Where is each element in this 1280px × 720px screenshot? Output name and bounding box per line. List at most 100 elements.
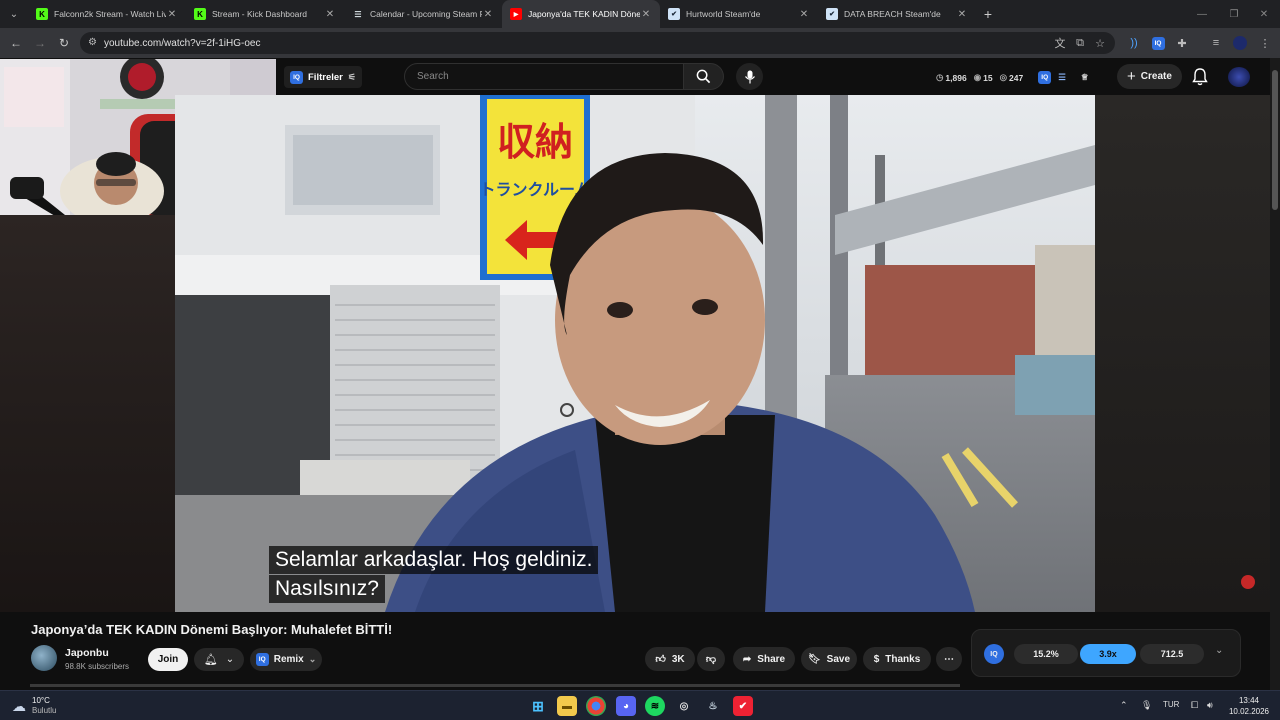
close-tab-icon[interactable]: ✕ [640,9,652,20]
app-red-icon[interactable]: ✔ [733,696,753,716]
chevron-up-icon[interactable]: ⌃ [1120,700,1128,711]
back-icon[interactable]: ← [4,31,28,55]
tab-data-breach[interactable]: ✔ DATA BREACH Steam'de ✕ [818,0,976,28]
remix-label: Remix [273,654,304,665]
reload-icon[interactable]: ↻ [52,31,76,55]
share-button[interactable]: ➦ Share [733,647,795,671]
create-button[interactable]: + Create [1117,64,1182,89]
url-field[interactable]: ⚙ youtube.com/watch?v=2f-1iHG-oec [80,32,1115,54]
steamdb-icon: ☰ [354,9,362,19]
account-avatar[interactable] [1228,67,1250,87]
thanks-label: Thanks [885,653,921,665]
kick-icon: K [36,8,48,20]
channel-name[interactable]: Japonbu [65,647,109,659]
tab-hurtworld[interactable]: ✔ Hurtworld Steam'de ✕ [660,0,818,28]
share-label: Share [757,653,786,665]
iq-logo-icon: IQ [290,70,303,84]
tab-search-icon[interactable]: ⌄ [0,0,28,28]
minimize-icon[interactable]: — [1186,0,1218,28]
save-label: Save [826,653,851,665]
tab-youtube-video[interactable]: ▶ Japonya'da TEK KADIN Döneml ✕ [502,0,660,28]
bookmark-star-icon[interactable]: ☆ [1090,33,1110,53]
join-button[interactable]: Join [148,648,188,671]
tab-title: Hurtworld Steam'de [686,9,761,19]
notifications-bell-icon[interactable] [1192,68,1208,91]
more-actions-button[interactable]: ⋯ [936,647,962,671]
maximize-icon[interactable]: ❐ [1218,0,1250,28]
iq-stats-panel: IQ 15.2% 3.9x 712.5 ⌄ [971,629,1241,677]
weather-widget[interactable]: ☁ 10°C Bulutlu [12,696,56,716]
save-button[interactable]: 🔖︎ Save [801,647,857,671]
dislike-button[interactable]: 👎︎ [697,647,725,671]
list-icon[interactable]: ☰ [1058,72,1066,83]
weather-condition: Bulutlu [32,706,57,715]
profile-avatar[interactable] [1230,33,1250,53]
bookmark-icon: 🔖︎ [807,653,821,665]
thumbs-up-icon: 👍︎ [655,654,666,665]
close-window-icon[interactable]: ✕ [1248,0,1280,28]
subtitle-line-2: Nasılsınız? [269,575,385,603]
svg-text:収納: 収納 [497,120,573,164]
extension-iq-icon[interactable]: IQ [1148,33,1168,53]
language-indicator[interactable]: TUR [1163,700,1179,709]
install-app-icon[interactable]: ⧉ [1070,33,1090,53]
channel-stats: ◷ 1,896 ◉ 15 ◎ 247 IQ ☰ ♕ [936,71,1088,84]
extensions-puzzle-icon[interactable]: ✚ [1172,33,1192,53]
scrollbar-thumb[interactable] [1272,70,1278,210]
scrollbar[interactable] [1270,58,1280,690]
volume-icon[interactable]: 🔊︎ [1207,700,1213,711]
filters-label: Filtreler [308,71,343,83]
trophy-icon[interactable]: ♕ [1081,72,1089,83]
video-player[interactable]: 収納 トランクルーム [175,95,1095,612]
tab-kick-dashboard[interactable]: K Stream - Kick Dashboard ✕ [186,0,344,28]
close-tab-icon[interactable]: ✕ [324,9,336,20]
tab-title: Falconn2k Stream - Watch Live [54,9,166,19]
iq-logo-icon[interactable]: IQ [1038,71,1052,84]
channel-avatar[interactable] [31,645,57,671]
microphone-icon[interactable]: 🎙︎ [1141,700,1152,711]
youtube-icon: ▶ [510,8,522,20]
chrome-icon[interactable] [586,696,606,716]
spotify-icon[interactable]: ≋ [645,696,665,716]
thanks-button[interactable]: $ Thanks [863,647,931,671]
windows-start-icon[interactable]: ⊞ [528,696,548,716]
more-horizontal-icon: ⋯ [944,653,954,665]
tab-title: DATA BREACH Steam'de [844,9,941,19]
discord-icon[interactable]: ◕ [616,696,636,716]
voice-search-button[interactable] [736,63,763,90]
extension-audio-icon[interactable]: )) [1124,33,1144,53]
browser-menu-icon[interactable]: ⋮ [1255,33,1275,53]
search-button[interactable] [684,63,724,90]
forward-icon[interactable]: → [28,31,52,55]
remix-button[interactable]: IQ Remix ⌄ [250,648,322,671]
subscription-bell-button[interactable]: 🔔︎ ⌄ [194,648,244,671]
subscriber-count: 98.8K subscribers [65,662,130,671]
reading-list-icon[interactable]: ≡ [1206,33,1226,53]
close-tab-icon[interactable]: ✕ [482,9,494,20]
like-button[interactable]: 👍︎ 3K [645,647,695,671]
subtitle-line-1: Selamlar arkadaşlar. Hoş geldiniz. [269,546,599,574]
clock-date: 10.02.2026 [1228,707,1270,716]
iq-logo-icon[interactable]: IQ [984,644,1004,664]
chevron-down-icon[interactable]: ⌄ [1215,645,1223,656]
tab-falconn2k[interactable]: K Falconn2k Stream - Watch Live ✕ [28,0,186,28]
close-tab-icon[interactable]: ✕ [956,9,968,20]
translate-icon[interactable]: 文 [1050,33,1070,53]
obs-icon[interactable]: ◎ [674,696,694,716]
new-tab-button[interactable]: + [976,6,1000,22]
system-clock[interactable]: 13:44 10.02.2026 [1226,695,1272,717]
steam-icon[interactable]: ♨ [703,696,723,716]
filters-button[interactable]: IQ Filtreler ⚟ [284,66,362,88]
page-scroll-progress [30,684,960,687]
network-icon[interactable]: ⧠ [1191,700,1198,711]
tab-steam-calendar[interactable]: ☰ Calendar - Upcoming Steam Re ✕ [344,0,502,28]
microphone-icon [744,70,755,83]
search-input[interactable]: Search [404,63,684,90]
watching-count: 15 [983,72,993,83]
site-info-icon[interactable]: ⚙ [88,37,97,48]
close-tab-icon[interactable]: ✕ [798,9,810,20]
sliders-icon: ⚟ [347,71,356,82]
close-tab-icon[interactable]: ✕ [166,9,178,20]
file-explorer-icon[interactable]: ▬ [557,696,577,716]
kick-icon: K [194,8,206,20]
